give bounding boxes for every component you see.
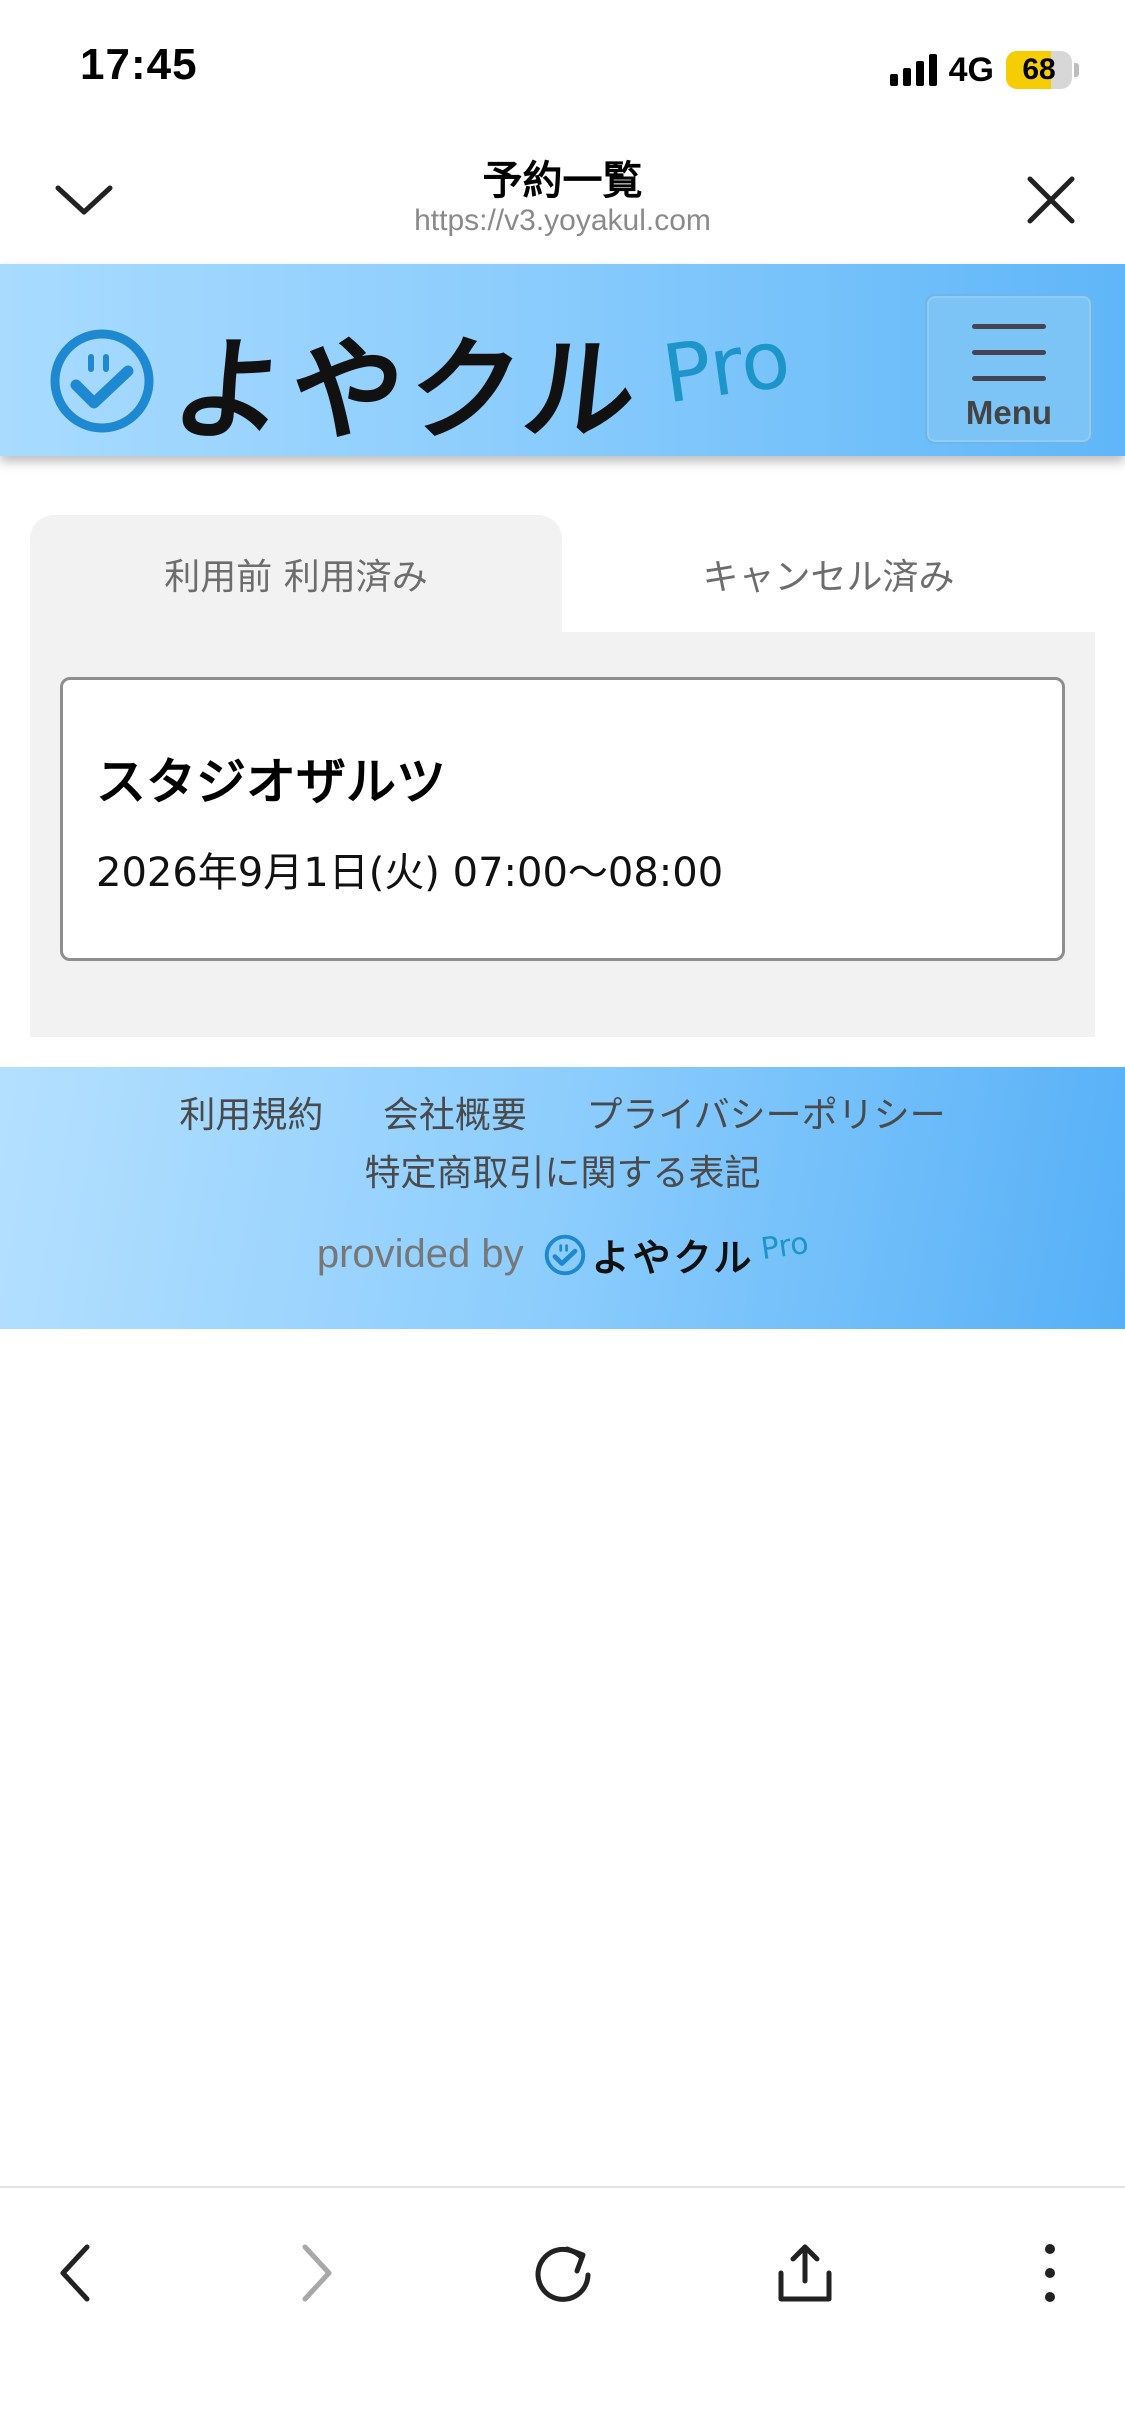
smile-check-logo-icon bbox=[544, 1234, 585, 1275]
battery: 68 bbox=[1006, 51, 1072, 89]
reload-button[interactable] bbox=[518, 2228, 608, 2318]
signal-icon bbox=[889, 54, 937, 86]
close-button[interactable] bbox=[1011, 160, 1091, 240]
close-icon bbox=[1027, 176, 1075, 224]
reload-icon bbox=[535, 2246, 591, 2302]
battery-level: 68 bbox=[1022, 53, 1056, 86]
status-bar: 17:45 4G 68 bbox=[0, 0, 1125, 130]
back-button[interactable] bbox=[30, 2228, 120, 2318]
footer-logo[interactable]: よやクル Pro bbox=[544, 1225, 811, 1282]
tab-upcoming-used[interactable]: 利用前 利用済み bbox=[30, 515, 562, 633]
forward-button[interactable] bbox=[272, 2228, 362, 2318]
terms-link[interactable]: 利用規約 bbox=[179, 1095, 323, 1136]
app-header: よやクル Pro Menu bbox=[0, 264, 1125, 456]
network-type: 4G bbox=[948, 50, 994, 89]
footer-links: 利用規約 会社概要 プライバシーポリシー 特定商取引に関する表記 bbox=[0, 1087, 1125, 1203]
tab-cancelled[interactable]: キャンセル済み bbox=[562, 515, 1095, 633]
footer-logo-text: よやクル bbox=[591, 1236, 755, 1280]
provided-by-text: provided by bbox=[316, 1232, 524, 1276]
page-url: https://v3.yoyakul.com bbox=[414, 204, 711, 237]
reservation-datetime: 2026年9月1日(火) 07:00〜08:00 bbox=[96, 850, 724, 896]
page-title: 予約一覧 bbox=[482, 158, 643, 204]
company-link[interactable]: 会社概要 bbox=[383, 1095, 527, 1136]
browser-header: 予約一覧 https://v3.yoyakul.com bbox=[0, 130, 1125, 264]
chevron-right-icon bbox=[302, 2244, 332, 2302]
logo-pro: Pro bbox=[656, 311, 796, 421]
more-vertical-icon bbox=[1045, 2244, 1055, 2302]
battery-icon: 68 bbox=[1006, 51, 1079, 89]
smile-check-logo-icon bbox=[50, 329, 154, 433]
footer-logo-pro: Pro bbox=[758, 1225, 811, 1268]
logo[interactable]: よやクル Pro bbox=[48, 300, 795, 462]
chevron-left-icon bbox=[60, 2244, 90, 2302]
status-indicators: 4G 68 bbox=[889, 48, 1079, 92]
studio-name: スタジオザルツ bbox=[96, 753, 446, 811]
reservation-tabs: 利用前 利用済み キャンセル済み bbox=[30, 515, 1095, 633]
privacy-link[interactable]: プライバシーポリシー bbox=[586, 1095, 945, 1136]
battery-cap bbox=[1074, 63, 1079, 77]
commerce-law-link[interactable]: 特定商取引に関する表記 bbox=[364, 1153, 760, 1194]
more-button[interactable] bbox=[1005, 2228, 1095, 2318]
share-button[interactable] bbox=[760, 2228, 850, 2318]
provided-by: provided by よやクル Pro bbox=[0, 1225, 1125, 1282]
menu-button[interactable]: Menu bbox=[925, 294, 1093, 444]
menu-label: Menu bbox=[965, 394, 1053, 431]
reservation-card[interactable]: スタジオザルツ 2026年9月1日(火) 07:00〜08:00 bbox=[60, 677, 1065, 961]
logo-text: よやクル bbox=[166, 326, 649, 456]
status-time: 17:45 bbox=[80, 40, 198, 89]
share-icon bbox=[778, 2244, 832, 2302]
browser-toolbar bbox=[0, 2186, 1125, 2436]
tab-panel: スタジオザルツ 2026年9月1日(火) 07:00〜08:00 bbox=[30, 632, 1095, 1037]
hamburger-icon bbox=[972, 324, 1046, 402]
footer: 利用規約 会社概要 プライバシーポリシー 特定商取引に関する表記 provide… bbox=[0, 1067, 1125, 1329]
